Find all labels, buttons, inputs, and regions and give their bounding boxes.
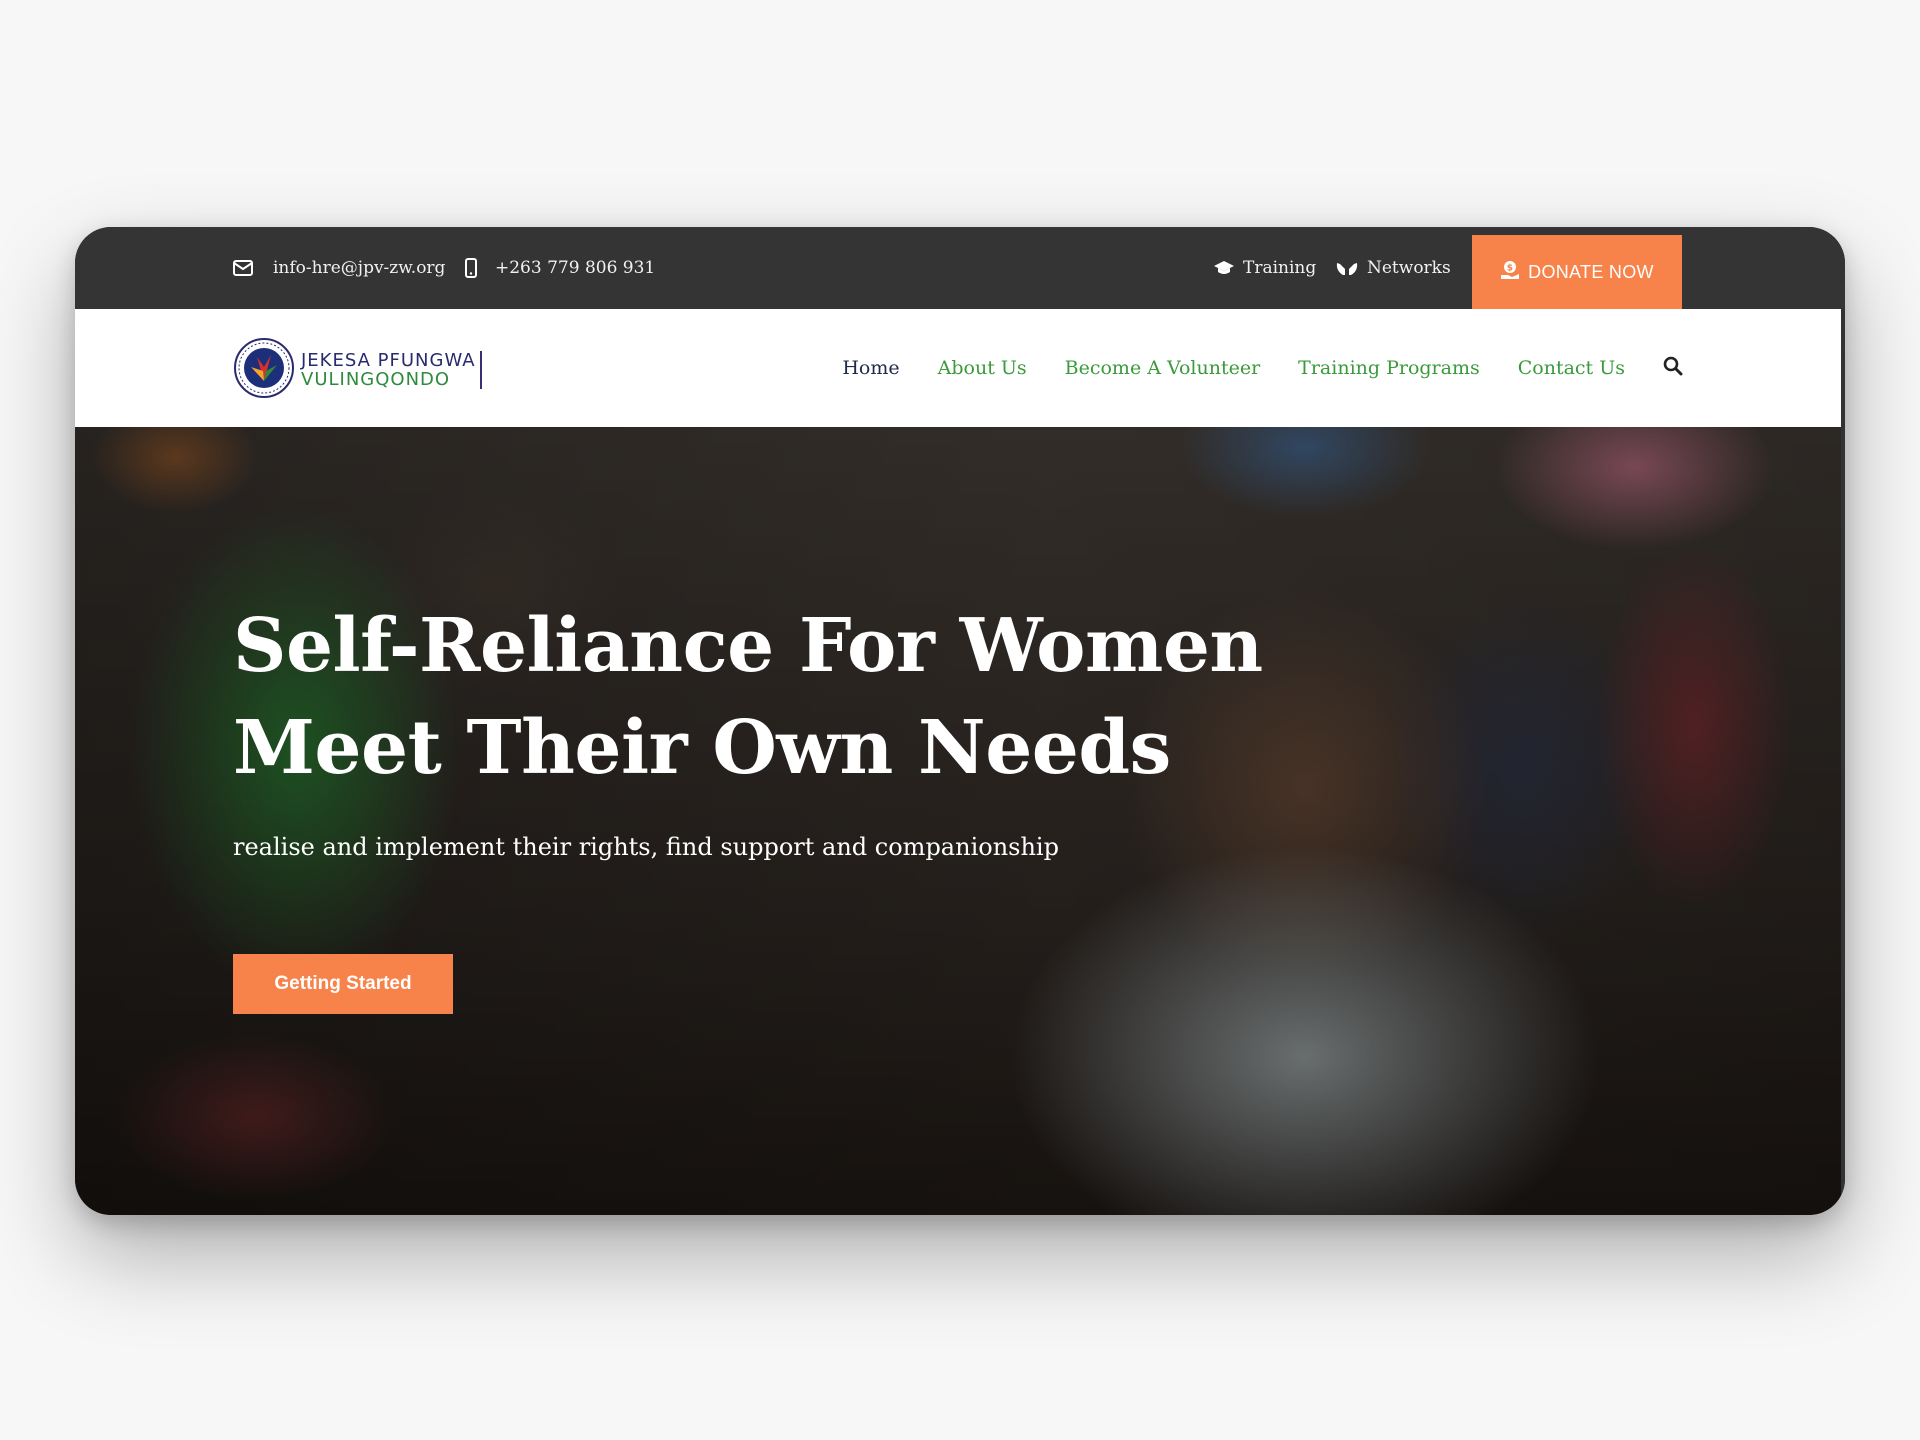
logo-wordmark: JEKESA PFUNGWA VULINGQONDO	[301, 351, 482, 389]
hero-section: Self-Reliance For Women Meet Their Own N…	[75, 427, 1841, 1215]
search-icon	[1663, 356, 1683, 380]
donate-now-label: DONATE NOW	[1528, 261, 1654, 282]
search-button[interactable]	[1663, 356, 1683, 380]
browser-frame: info-hre@jpv-zw.org +263 779 806 931 Tra…	[75, 227, 1845, 1215]
donate-icon: $	[1500, 260, 1520, 285]
graduation-cap-icon	[1213, 260, 1235, 276]
main-navbar: JEKESA PFUNGWA VULINGQONDO Home About Us…	[75, 309, 1841, 427]
topbar-email-text: info-hre@jpv-zw.org	[273, 258, 446, 278]
donate-now-button[interactable]: $ DONATE NOW	[1472, 235, 1682, 309]
top-bar: info-hre@jpv-zw.org +263 779 806 931 Tra…	[75, 227, 1845, 309]
svg-text:$: $	[1507, 263, 1514, 273]
topbar-email[interactable]: info-hre@jpv-zw.org	[233, 227, 445, 309]
nav-item-training-programs[interactable]: Training Programs	[1298, 357, 1480, 379]
logo-emblem-icon	[233, 337, 295, 403]
getting-started-button[interactable]: Getting Started	[233, 954, 453, 1014]
hero-title: Self-Reliance For Women Meet Their Own N…	[233, 595, 1333, 799]
hero-subtitle: realise and implement their rights, find…	[233, 833, 1059, 861]
nav-item-about-us[interactable]: About Us	[938, 357, 1027, 379]
topbar-link-networks[interactable]: Networks	[1335, 227, 1451, 309]
frame-edge	[1841, 309, 1845, 1215]
logo-line-2: VULINGQONDO	[301, 369, 451, 390]
envelope-icon	[233, 260, 253, 276]
hands-icon	[1335, 259, 1359, 277]
nav-item-home[interactable]: Home	[842, 357, 899, 379]
logo-line-1: JEKESA PFUNGWA	[301, 350, 476, 371]
hero-image-overlay	[75, 427, 1841, 1215]
topbar-link-label: Training	[1243, 258, 1317, 278]
topbar-link-training[interactable]: Training	[1213, 227, 1316, 309]
site-logo[interactable]: JEKESA PFUNGWA VULINGQONDO	[233, 337, 482, 403]
topbar-phone[interactable]: +263 779 806 931	[465, 227, 655, 309]
hero-title-line-1: Self-Reliance For Women	[233, 603, 1263, 689]
mobile-phone-icon	[465, 258, 477, 278]
topbar-phone-text: +263 779 806 931	[495, 258, 656, 278]
primary-nav: Home About Us Become A Volunteer Trainin…	[842, 309, 1683, 427]
hero-title-line-2: Meet Their Own Needs	[233, 705, 1171, 791]
topbar-link-label: Networks	[1367, 258, 1451, 278]
nav-item-contact-us[interactable]: Contact Us	[1518, 357, 1625, 379]
nav-item-become-a-volunteer[interactable]: Become A Volunteer	[1065, 357, 1261, 379]
